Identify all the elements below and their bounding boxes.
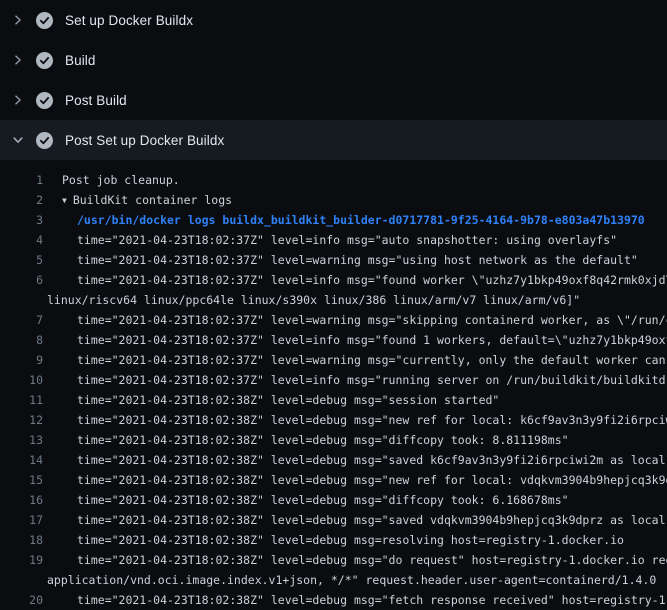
log-line-number[interactable]: 19 — [0, 550, 43, 570]
log-line-text: time="2021-04-23T18:02:37Z" level=info m… — [77, 370, 667, 390]
log-line-number[interactable]: 5 — [0, 250, 43, 270]
log-line-number[interactable]: 13 — [0, 430, 43, 450]
log-line-text: time="2021-04-23T18:02:37Z" level=warnin… — [77, 310, 667, 330]
log-line-number[interactable]: 8 — [0, 330, 43, 350]
log-line: 15 time="2021-04-23T18:02:38Z" level=deb… — [0, 470, 667, 490]
log-line-text: time="2021-04-23T18:02:38Z" level=debug … — [77, 490, 569, 510]
log-line: 3 /usr/bin/docker logs buildx_buildkit_b… — [0, 210, 667, 230]
log-line: 12 time="2021-04-23T18:02:38Z" level=deb… — [0, 410, 667, 430]
log-line: 13 time="2021-04-23T18:02:38Z" level=deb… — [0, 430, 667, 450]
log-line-text: time="2021-04-23T18:02:37Z" level=warnin… — [77, 350, 667, 370]
job-steps-list: Set up Docker Buildx Build Post Build Po… — [0, 0, 667, 160]
check-circle-icon — [36, 92, 53, 109]
log-line-number[interactable]: 3 — [0, 210, 43, 230]
chevron-right-icon — [10, 92, 26, 108]
log-line-number[interactable]: 6 — [0, 270, 43, 290]
log-line-number — [0, 290, 43, 310]
log-line: application/vnd.oci.image.index.v1+json,… — [0, 570, 667, 590]
log-line: 11 time="2021-04-23T18:02:38Z" level=deb… — [0, 390, 667, 410]
log-line-text: /usr/bin/docker logs buildx_buildkit_bui… — [77, 210, 645, 230]
log-line-text: time="2021-04-23T18:02:38Z" level=debug … — [77, 470, 667, 490]
step-label: Build — [65, 53, 96, 68]
log-line-text: time="2021-04-23T18:02:38Z" level=debug … — [77, 530, 624, 550]
log-line: 1 Post job cleanup. — [0, 170, 667, 190]
log-line: 9 time="2021-04-23T18:02:37Z" level=warn… — [0, 350, 667, 370]
log-line: 18 time="2021-04-23T18:02:38Z" level=deb… — [0, 530, 667, 550]
log-line: 14 time="2021-04-23T18:02:38Z" level=deb… — [0, 450, 667, 470]
log-line-text: time="2021-04-23T18:02:37Z" level=warnin… — [77, 250, 638, 270]
log-line: 20 time="2021-04-23T18:02:38Z" level=deb… — [0, 590, 667, 610]
log-line: 17 time="2021-04-23T18:02:38Z" level=deb… — [0, 510, 667, 530]
log-viewer: 1 Post job cleanup. 2 ▼BuildKit containe… — [0, 160, 667, 610]
log-line-text: time="2021-04-23T18:02:38Z" level=debug … — [77, 410, 667, 430]
log-line: 5 time="2021-04-23T18:02:37Z" level=warn… — [0, 250, 667, 270]
log-group-toggle[interactable]: ▼BuildKit container logs — [62, 190, 232, 210]
log-line: 8 time="2021-04-23T18:02:37Z" level=info… — [0, 330, 667, 350]
step-header[interactable]: Build — [0, 40, 667, 80]
log-line-text: time="2021-04-23T18:02:38Z" level=debug … — [77, 450, 667, 470]
check-circle-icon — [36, 12, 53, 29]
log-line-number[interactable]: 9 — [0, 350, 43, 370]
log-line-number[interactable]: 4 — [0, 230, 43, 250]
log-line-number[interactable]: 1 — [0, 170, 43, 190]
log-line: 10 time="2021-04-23T18:02:37Z" level=inf… — [0, 370, 667, 390]
log-line: 2 ▼BuildKit container logs — [0, 190, 667, 210]
log-line-text: time="2021-04-23T18:02:38Z" level=debug … — [77, 390, 499, 410]
step-header[interactable]: Post Build — [0, 80, 667, 120]
log-line-number[interactable]: 18 — [0, 530, 43, 550]
log-line-text: time="2021-04-23T18:02:38Z" level=debug … — [77, 550, 667, 570]
chevron-right-icon — [10, 52, 26, 68]
log-line: linux/riscv64 linux/ppc64le linux/s390x … — [0, 290, 667, 310]
step-label: Set up Docker Buildx — [65, 13, 193, 28]
triangle-down-icon: ▼ — [62, 191, 67, 211]
log-line: 6 time="2021-04-23T18:02:37Z" level=info… — [0, 270, 667, 290]
log-line-number[interactable]: 2 — [0, 190, 43, 210]
log-line: 19 time="2021-04-23T18:02:38Z" level=deb… — [0, 550, 667, 570]
step-label: Post Build — [65, 93, 127, 108]
log-line-text: linux/riscv64 linux/ppc64le linux/s390x … — [47, 290, 580, 310]
log-line-number[interactable]: 10 — [0, 370, 43, 390]
log-line-text: application/vnd.oci.image.index.v1+json,… — [47, 570, 656, 590]
step-header[interactable]: Set up Docker Buildx — [0, 0, 667, 40]
log-line-number — [0, 570, 43, 590]
check-circle-icon — [36, 132, 53, 149]
log-line-number[interactable]: 20 — [0, 590, 43, 610]
log-line: 7 time="2021-04-23T18:02:37Z" level=warn… — [0, 310, 667, 330]
log-line-number[interactable]: 17 — [0, 510, 43, 530]
log-line-text: time="2021-04-23T18:02:37Z" level=info m… — [77, 330, 667, 350]
step-label: Post Set up Docker Buildx — [65, 133, 224, 148]
log-line-text: time="2021-04-23T18:02:38Z" level=debug … — [77, 510, 667, 530]
log-line: 4 time="2021-04-23T18:02:37Z" level=info… — [0, 230, 667, 250]
log-line-number[interactable]: 15 — [0, 470, 43, 490]
log-line-number[interactable]: 12 — [0, 410, 43, 430]
log-line-text: time="2021-04-23T18:02:37Z" level=info m… — [77, 230, 617, 250]
step-header[interactable]: Post Set up Docker Buildx — [0, 120, 667, 160]
log-line-text: time="2021-04-23T18:02:38Z" level=debug … — [77, 430, 569, 450]
log-line-number[interactable]: 11 — [0, 390, 43, 410]
chevron-down-icon — [10, 132, 26, 148]
log-line-text: time="2021-04-23T18:02:37Z" level=info m… — [77, 270, 667, 290]
log-line-number[interactable]: 14 — [0, 450, 43, 470]
log-line-number[interactable]: 7 — [0, 310, 43, 330]
chevron-right-icon — [10, 12, 26, 28]
log-line-text: Post job cleanup. — [62, 170, 180, 190]
check-circle-icon — [36, 52, 53, 69]
log-line-text: time="2021-04-23T18:02:38Z" level=debug … — [77, 590, 667, 610]
log-line: 16 time="2021-04-23T18:02:38Z" level=deb… — [0, 490, 667, 510]
log-line-number[interactable]: 16 — [0, 490, 43, 510]
